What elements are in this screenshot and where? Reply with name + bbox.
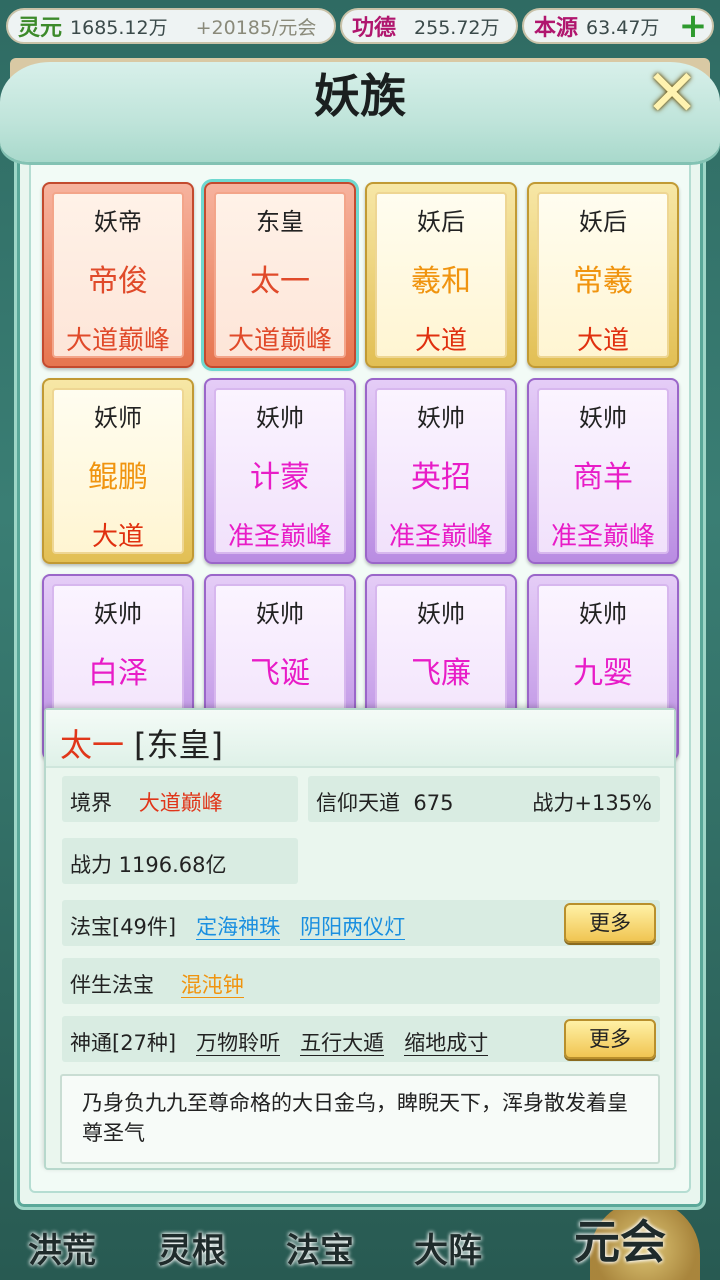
- character-card[interactable]: 妖帝 帝俊 大道巅峰: [42, 182, 194, 368]
- card-rank: 妖帅: [417, 600, 465, 628]
- treasure-label: 法宝[49件]: [70, 915, 177, 939]
- character-card[interactable]: 妖后 羲和 大道: [365, 182, 517, 368]
- companion-link[interactable]: 混沌钟: [180, 973, 244, 998]
- realm-value: 大道巅峰: [138, 791, 223, 815]
- card-rank: 妖后: [579, 208, 627, 236]
- skills-row: 神通[27种] 万物聆听 五行大遁 缩地成寸 更多: [62, 1016, 660, 1062]
- card-name: 白泽: [88, 656, 148, 691]
- benyuan-value: 63.47万: [586, 16, 660, 39]
- character-card-selected[interactable]: 东皇 太一 大道巅峰: [204, 182, 356, 368]
- card-realm: 大道巅峰: [227, 326, 332, 356]
- description-box: 乃身负九九至尊命格的大日金乌，睥睨天下，浑身散发着皇尊圣气: [60, 1074, 660, 1164]
- gongde-label: 功德: [352, 15, 397, 41]
- gongde-value: 255.72万: [414, 16, 500, 39]
- realm-box: 境界 大道巅峰: [62, 776, 298, 822]
- treasure-link[interactable]: 定海神珠: [196, 915, 281, 940]
- card-rank: 妖帅: [256, 600, 304, 628]
- character-card[interactable]: 妖帅 计蒙 准圣巅峰: [204, 378, 356, 564]
- character-detail-panel: 太一 [东皇] 境界 大道巅峰 信仰天道 675 战力+135% 战力 1196…: [44, 708, 676, 1170]
- card-realm: 大道: [91, 522, 144, 552]
- card-rank: 妖帅: [256, 404, 304, 432]
- card-realm: 大道巅峰: [65, 326, 170, 356]
- card-realm: 大道: [414, 326, 467, 356]
- card-rank: 妖帅: [417, 404, 465, 432]
- plus-icon[interactable]: +: [678, 9, 708, 43]
- lingyuan-label: 灵元: [18, 15, 63, 41]
- skill-link[interactable]: 五行大遁: [300, 1031, 385, 1056]
- nav-dazhen[interactable]: 大阵: [414, 1223, 482, 1272]
- faith-label: 信仰天道: [316, 791, 400, 815]
- power-box: 战力 1196.68亿: [62, 838, 298, 884]
- skills-label: 神通[27种]: [70, 1031, 177, 1055]
- card-name: 帝俊: [88, 264, 148, 299]
- card-name: 飞诞: [250, 656, 310, 691]
- companion-row: 伴生法宝 混沌钟: [62, 958, 660, 1004]
- skill-link[interactable]: 缩地成寸: [404, 1031, 489, 1056]
- card-rank: 妖师: [94, 404, 142, 432]
- card-rank: 妖帝: [94, 208, 142, 236]
- card-realm: 准圣巅峰: [550, 522, 655, 552]
- card-name: 羲和: [411, 264, 471, 299]
- close-icon[interactable]: ✕: [640, 62, 704, 128]
- treasure-more-button[interactable]: 更多: [564, 903, 656, 943]
- skills-list: 神通[27种] 万物聆听 五行大遁 缩地成寸: [70, 1027, 489, 1057]
- card-name: 商羊: [573, 460, 633, 495]
- lingyuan-counter: 灵元 1685.12万 +20185/元会: [6, 8, 336, 44]
- detail-name: 太一: [60, 726, 125, 764]
- nav-fabao[interactable]: 法宝: [286, 1223, 354, 1272]
- character-card[interactable]: 妖师 鲲鹏 大道: [42, 378, 194, 564]
- card-rank: 东皇: [256, 208, 304, 236]
- card-name: 鲲鹏: [88, 460, 148, 495]
- card-name: 飞廉: [411, 656, 471, 691]
- character-card[interactable]: 妖后 常羲 大道: [527, 182, 679, 368]
- card-name: 计蒙: [250, 460, 310, 495]
- lingyuan-value: 1685.12万: [70, 16, 168, 39]
- gongde-counter: 功德 255.72万: [340, 8, 518, 44]
- treasure-list: 法宝[49件] 定海神珠 阴阳两仪灯: [70, 911, 406, 941]
- resource-bar: 灵元 1685.12万 +20185/元会 功德 255.72万 本源 63.4…: [0, 0, 720, 52]
- treasure-link[interactable]: 阴阳两仪灯: [300, 915, 406, 940]
- benyuan-label: 本源: [534, 15, 579, 41]
- card-name: 英招: [411, 460, 471, 495]
- detail-header: 太一 [东皇]: [46, 710, 674, 768]
- card-rank: 妖后: [417, 208, 465, 236]
- companion-list: 伴生法宝 混沌钟: [70, 969, 244, 999]
- realm-row: 境界 大道巅峰: [70, 787, 223, 817]
- companion-label: 伴生法宝: [70, 973, 154, 997]
- lingyuan-rate: +20185/元会: [195, 16, 317, 39]
- character-card[interactable]: 妖帅 英招 准圣巅峰: [365, 378, 517, 564]
- card-rank: 妖帅: [94, 600, 142, 628]
- skill-link[interactable]: 万物聆听: [196, 1031, 281, 1056]
- faith-value: 675: [413, 791, 454, 815]
- card-realm: 准圣巅峰: [388, 522, 493, 552]
- card-realm: 大道: [576, 326, 629, 356]
- power-value: 战力 1196.68亿: [70, 853, 227, 877]
- panel-title: 妖族: [314, 69, 406, 123]
- power-bonus: 战力+135%: [532, 791, 652, 815]
- benyuan-counter: 本源 63.47万 +: [522, 8, 714, 44]
- card-name: 九婴: [573, 656, 633, 691]
- nav-linggen[interactable]: 灵根: [158, 1223, 226, 1272]
- bottom-nav: 洪荒 灵根 法宝 大阵 元会: [0, 1200, 720, 1280]
- card-rank: 妖帅: [579, 404, 627, 432]
- character-card[interactable]: 妖帅 商羊 准圣巅峰: [527, 378, 679, 564]
- treasure-row: 法宝[49件] 定海神珠 阴阳两仪灯 更多: [62, 900, 660, 946]
- card-name: 太一: [250, 264, 310, 299]
- skills-more-button[interactable]: 更多: [564, 1019, 656, 1059]
- card-realm: 准圣巅峰: [227, 522, 332, 552]
- realm-label: 境界: [70, 791, 112, 815]
- nav-yuanhui[interactable]: 元会: [574, 1206, 666, 1272]
- card-name: 常羲: [573, 264, 633, 299]
- card-rank: 妖帅: [579, 600, 627, 628]
- nav-honghuang[interactable]: 洪荒: [28, 1223, 96, 1272]
- detail-title: [东皇]: [134, 726, 223, 764]
- faith-box: 信仰天道 675 战力+135%: [308, 776, 660, 822]
- faith-row: 信仰天道 675: [316, 787, 453, 817]
